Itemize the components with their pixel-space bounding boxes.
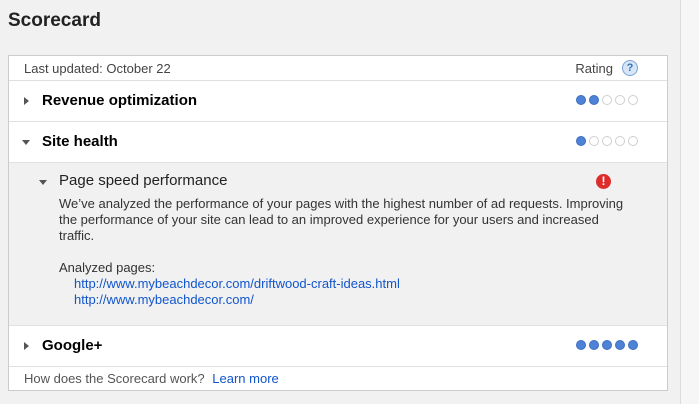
subcategory-page-speed[interactable]: Page speed performance bbox=[59, 172, 227, 189]
rating-dot-filled bbox=[589, 95, 599, 105]
analyzed-pages-list: http://www.mybeachdecor.com/driftwood-cr… bbox=[74, 276, 400, 308]
site-health-detail: Page speed performance ! We’ve analyzed … bbox=[9, 163, 667, 326]
scorecard-panel: Last updated: October 22 Rating ? Revenu… bbox=[8, 55, 668, 391]
rating-dot-filled bbox=[628, 340, 638, 350]
category-google-plus[interactable]: Google+ bbox=[9, 326, 667, 367]
rating-dot-filled bbox=[576, 136, 586, 146]
vertical-scrollbar[interactable] bbox=[680, 0, 699, 404]
category-revenue-optimization[interactable]: Revenue optimization bbox=[9, 81, 667, 122]
help-icon[interactable]: ? bbox=[622, 60, 638, 76]
rating-dot-empty bbox=[589, 136, 599, 146]
list-item: http://www.mybeachdecor.com/ bbox=[74, 292, 400, 308]
analyzed-page-link[interactable]: http://www.mybeachdecor.com/ bbox=[74, 292, 254, 307]
category-label: Google+ bbox=[42, 337, 103, 354]
rating-dot-filled bbox=[576, 340, 586, 350]
alert-icon: ! bbox=[596, 174, 611, 189]
rating-dots bbox=[576, 95, 638, 107]
scorecard-footer: How does the Scorecard work? Learn more bbox=[24, 371, 279, 386]
collapse-arrow-icon[interactable] bbox=[39, 180, 47, 185]
category-site-health[interactable]: Site health bbox=[9, 122, 667, 163]
rating-dot-empty bbox=[628, 136, 638, 146]
page-title: Scorecard bbox=[8, 10, 101, 31]
expand-arrow-icon[interactable] bbox=[24, 97, 29, 105]
rating-dot-empty bbox=[602, 136, 612, 146]
footer-question: How does the Scorecard work? bbox=[24, 371, 205, 386]
rating-label: Rating bbox=[575, 61, 613, 76]
rating-dots bbox=[576, 136, 638, 148]
last-updated-text: Last updated: October 22 bbox=[24, 61, 171, 76]
rating-dot-filled bbox=[589, 340, 599, 350]
rating-dot-filled bbox=[615, 340, 625, 350]
list-item: http://www.mybeachdecor.com/driftwood-cr… bbox=[74, 276, 400, 292]
expand-arrow-icon[interactable] bbox=[24, 342, 29, 350]
category-label: Site health bbox=[42, 133, 118, 150]
rating-dots bbox=[576, 340, 638, 352]
category-label: Revenue optimization bbox=[42, 92, 198, 109]
rating-dot-empty bbox=[628, 95, 638, 105]
rating-dot-empty bbox=[615, 136, 625, 146]
rating-dot-filled bbox=[576, 95, 586, 105]
scorecard-header: Last updated: October 22 Rating ? bbox=[9, 56, 667, 81]
analyzed-page-link[interactable]: http://www.mybeachdecor.com/driftwood-cr… bbox=[74, 276, 400, 291]
page-speed-description: We’ve analyzed the performance of your p… bbox=[59, 196, 624, 243]
rating-dot-filled bbox=[602, 340, 612, 350]
learn-more-link[interactable]: Learn more bbox=[212, 371, 278, 386]
rating-dot-empty bbox=[602, 95, 612, 105]
analyzed-pages-label: Analyzed pages: bbox=[59, 260, 156, 275]
rating-dot-empty bbox=[615, 95, 625, 105]
collapse-arrow-icon[interactable] bbox=[22, 140, 30, 145]
page: Scorecard Last updated: October 22 Ratin… bbox=[0, 0, 699, 404]
